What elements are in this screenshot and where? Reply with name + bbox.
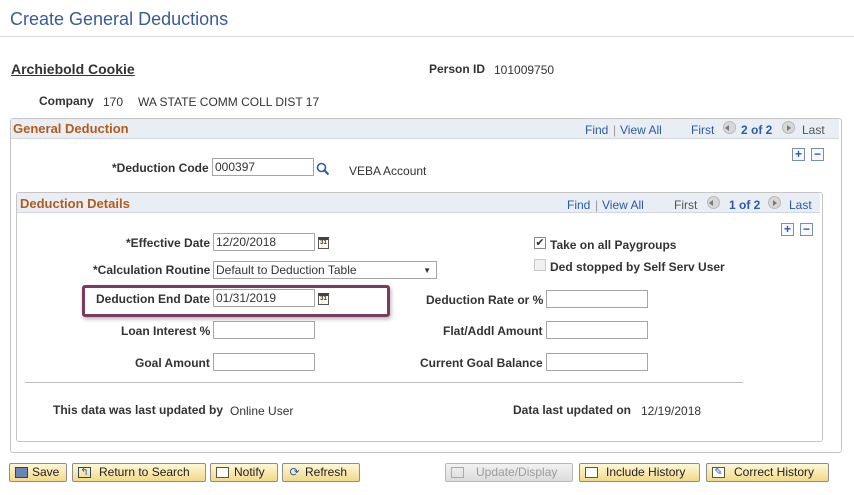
loan-interest-label: Loan Interest % <box>121 324 211 338</box>
page-title: Create General Deductions <box>10 9 229 29</box>
deduction-details-first-link[interactable]: First <box>674 198 697 212</box>
return-to-search-button[interactable]: ↰ Return to Search <box>72 463 206 482</box>
person-id-label: Person ID <box>429 62 486 76</box>
notify-button[interactable]: Notify <box>210 463 278 482</box>
deduction-details-view-all-link[interactable]: View All <box>602 198 644 212</box>
general-deduction-last-link[interactable]: Last <box>802 123 825 137</box>
previous-row-icon[interactable] <box>707 196 720 209</box>
chevron-down-icon: ▼ <box>423 266 431 275</box>
last-updated-on-label: Data last updated on <box>513 403 632 417</box>
general-deduction-find-link[interactable]: Find <box>585 123 608 137</box>
general-deduction-title: General Deduction <box>13 121 129 136</box>
delete-row-icon[interactable]: − <box>800 223 813 236</box>
deduction-code-input[interactable]: 000397 <box>212 158 314 176</box>
deduction-details-last-link[interactable]: Last <box>789 198 812 212</box>
correct-history-icon: ✎ <box>712 467 725 478</box>
last-updated-by-label: This data was last updated by <box>53 403 224 417</box>
effective-date-label: *Effective Date <box>126 236 211 250</box>
delete-row-icon[interactable]: − <box>811 148 824 161</box>
deduction-code-description: VEBA Account <box>349 164 427 178</box>
search-icon[interactable] <box>316 162 330 176</box>
person-name-link[interactable]: Archiebold Cookie <box>11 61 135 77</box>
general-deduction-row-position: 2 of 2 <box>741 123 773 137</box>
calculation-routine-select[interactable]: Default to Deduction Table ▼ <box>213 261 437 279</box>
deduction-details-find-link[interactable]: Find <box>567 198 590 212</box>
deduction-rate-input[interactable] <box>546 290 648 308</box>
next-row-icon[interactable] <box>768 196 781 209</box>
flat-addl-amount-input[interactable] <box>546 321 648 339</box>
deduction-code-label: *Deduction Code <box>112 161 209 175</box>
last-updated-by-value: Online User <box>230 404 294 418</box>
update-display-button[interactable]: Update/Display <box>445 463 573 482</box>
ded-stopped-label: Ded stopped by Self Serv User <box>550 260 725 274</box>
take-on-all-paygroups-label: Take on all Paygroups <box>550 238 677 252</box>
deduction-rate-label: Deduction Rate or % <box>426 293 544 307</box>
update-display-icon <box>451 467 464 478</box>
take-on-all-paygroups-checkbox[interactable]: ✔ <box>534 237 546 249</box>
general-deduction-first-link[interactable]: First <box>691 123 714 137</box>
deduction-details-header <box>17 193 820 213</box>
current-goal-balance-input[interactable] <box>546 353 648 371</box>
nav-separator: | <box>613 123 617 137</box>
deduction-end-date-input[interactable]: 01/31/2019 <box>213 289 315 307</box>
person-id-value: 101009750 <box>494 63 555 77</box>
goal-amount-label: Goal Amount <box>135 356 210 370</box>
deduction-details-row-position: 1 of 2 <box>729 198 761 212</box>
current-goal-balance-label: Current Goal Balance <box>420 356 543 370</box>
include-history-button[interactable]: Include History <box>579 463 700 482</box>
section-divider <box>25 382 743 383</box>
deduction-end-date-label: Deduction End Date <box>96 292 211 306</box>
company-label: Company <box>39 94 94 108</box>
refresh-button[interactable]: ⟳ Refresh <box>282 463 360 482</box>
calendar-icon[interactable]: 31 <box>318 237 329 249</box>
add-row-icon[interactable]: + <box>792 148 805 161</box>
general-deduction-view-all-link[interactable]: View All <box>620 123 662 137</box>
include-history-icon <box>585 467 598 478</box>
save-icon <box>15 467 28 478</box>
correct-history-button[interactable]: ✎ Correct History <box>706 463 829 482</box>
deduction-details-title: Deduction Details <box>20 196 130 211</box>
company-name: WA STATE COMM COLL DIST 17 <box>138 95 320 109</box>
add-row-icon[interactable]: + <box>781 223 794 236</box>
flat-addl-amount-label: Flat/Addl Amount <box>443 324 543 338</box>
general-deduction-header <box>11 119 839 139</box>
ded-stopped-checkbox <box>534 259 546 271</box>
loan-interest-input[interactable] <box>213 321 315 339</box>
notify-icon <box>216 467 229 478</box>
calendar-icon[interactable]: 31 <box>318 293 329 305</box>
refresh-icon: ⟳ <box>289 465 300 479</box>
previous-row-icon[interactable] <box>723 121 736 134</box>
calculation-routine-label: *Calculation Routine <box>93 263 211 277</box>
return-arrow-icon: ↰ <box>78 467 91 478</box>
next-row-icon[interactable] <box>782 121 795 134</box>
last-updated-on-value: 12/19/2018 <box>641 404 702 418</box>
calculation-routine-value: Default to Deduction Table <box>216 263 357 277</box>
goal-amount-input[interactable] <box>213 353 315 371</box>
effective-date-input[interactable]: 12/20/2018 <box>213 233 315 251</box>
company-code: 170 <box>103 95 124 109</box>
save-button[interactable]: Save <box>9 463 67 482</box>
header-divider <box>0 36 854 37</box>
nav-separator: | <box>595 198 599 212</box>
